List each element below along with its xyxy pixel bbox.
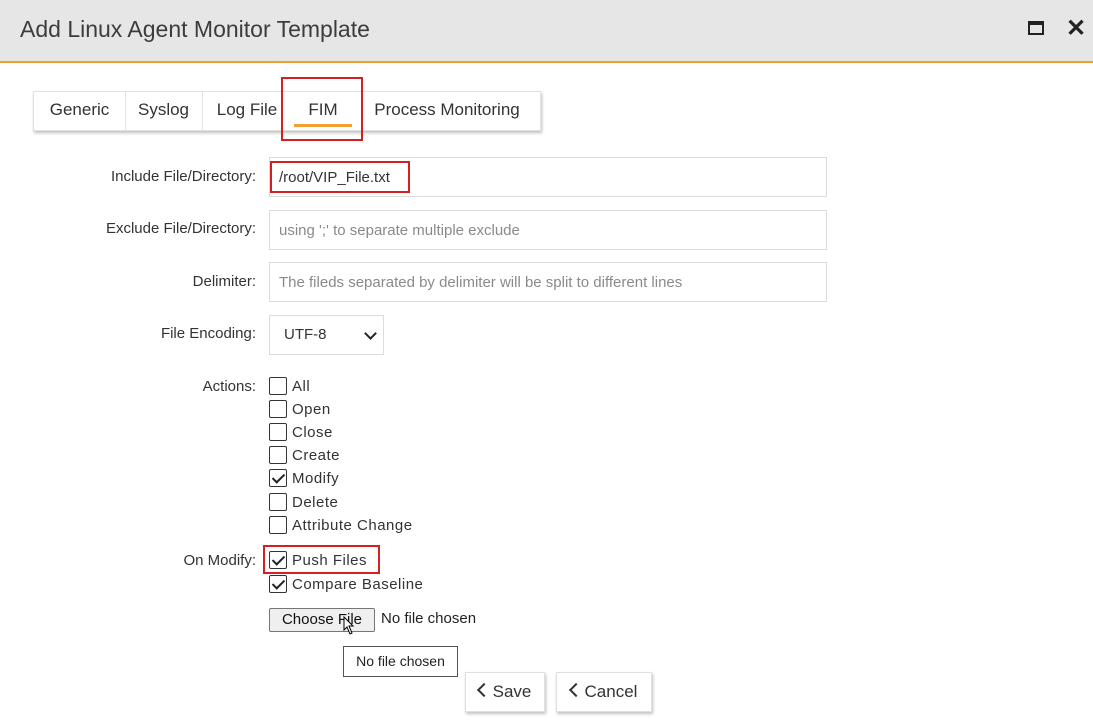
tab-generic[interactable]: Generic xyxy=(34,92,125,130)
push-files-checkbox[interactable] xyxy=(269,551,287,569)
action-delete-label: Delete xyxy=(292,494,339,511)
chevron-down-icon xyxy=(364,327,377,340)
save-button[interactable]: Save xyxy=(465,672,545,712)
encoding-label: File Encoding: xyxy=(160,325,256,342)
tab-syslog[interactable]: Syslog xyxy=(125,92,202,130)
file-tooltip: No file chosen xyxy=(343,646,458,677)
action-modify-checkbox[interactable] xyxy=(269,469,287,487)
exclude-label: Exclude File/Directory: xyxy=(105,220,256,237)
maximize-icon[interactable] xyxy=(1028,21,1044,35)
push-files-label: Push Files xyxy=(292,552,368,569)
exclude-path-input[interactable] xyxy=(269,210,827,250)
window-title: Add Linux Agent Monitor Template xyxy=(20,16,370,42)
chevron-left-icon xyxy=(568,682,583,698)
actions-label: Actions: xyxy=(202,378,256,395)
encoding-value: UTF-8 xyxy=(284,326,327,343)
action-open-label: Open xyxy=(292,401,331,418)
delimiter-label: Delimiter: xyxy=(192,273,256,290)
delimiter-input[interactable] xyxy=(269,262,827,302)
chevron-left-icon xyxy=(476,682,491,698)
choose-file-button[interactable]: Choose File xyxy=(269,608,375,632)
action-open-checkbox[interactable] xyxy=(269,400,287,418)
window-titlebar: Add Linux Agent Monitor Template ✕ xyxy=(0,0,1093,63)
tab-process-monitoring[interactable]: Process Monitoring xyxy=(356,92,538,130)
action-modify-label: Modify xyxy=(292,470,340,487)
action-create-label: Create xyxy=(292,447,341,464)
tab-bar: Generic Syslog Log File FIM Process Moni… xyxy=(33,91,541,131)
action-all-checkbox[interactable] xyxy=(269,377,287,395)
cancel-label: Cancel xyxy=(584,682,638,701)
tab-log-file[interactable]: Log File xyxy=(202,92,292,130)
encoding-select[interactable]: UTF-8 xyxy=(269,315,384,355)
on-modify-label: On Modify: xyxy=(183,552,256,569)
compare-baseline-checkbox[interactable] xyxy=(269,575,287,593)
tab-fim[interactable]: FIM xyxy=(290,92,356,130)
action-close-checkbox[interactable] xyxy=(269,423,287,441)
close-icon[interactable]: ✕ xyxy=(1066,17,1086,41)
compare-baseline-label: Compare Baseline xyxy=(292,576,424,593)
action-close-label: Close xyxy=(292,424,333,441)
file-status-text: No file chosen xyxy=(381,610,477,627)
hand-cursor-icon xyxy=(343,616,355,635)
include-path-input[interactable] xyxy=(269,157,827,197)
action-create-checkbox[interactable] xyxy=(269,446,287,464)
action-delete-checkbox[interactable] xyxy=(269,493,287,511)
action-all-label: All xyxy=(292,378,311,395)
action-attribute-change-checkbox[interactable] xyxy=(269,516,287,534)
save-label: Save xyxy=(492,682,532,701)
action-attribute-change-label: Attribute Change xyxy=(292,517,413,534)
include-label: Include File/Directory: xyxy=(110,168,256,185)
cancel-button[interactable]: Cancel xyxy=(556,672,652,712)
